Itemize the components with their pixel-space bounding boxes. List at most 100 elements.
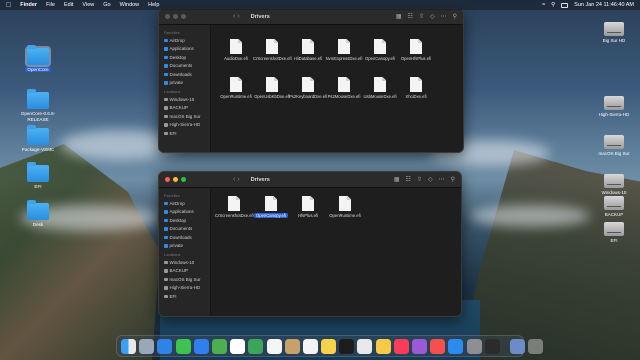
sidebar-item-applications[interactable]: Applications (162, 208, 207, 217)
action-icon[interactable]: ⋯ (441, 13, 447, 20)
file-item[interactable]: CrScreenshotDxe.efi (253, 39, 292, 61)
safari-icon[interactable] (157, 338, 173, 354)
music-icon[interactable] (393, 338, 409, 354)
desktop-drive-windows-10[interactable]: Windows-10 (588, 174, 640, 195)
maps-icon[interactable] (211, 338, 227, 354)
desktop-drive-backup[interactable]: BACKUP (588, 196, 640, 217)
minimize-button[interactable] (173, 177, 178, 182)
sidebar-item-desktop[interactable]: Desktop (162, 53, 207, 62)
sidebar-item-macos-big-sur[interactable]: macOS Big Sur (162, 275, 207, 284)
menu-app-finder[interactable]: Finder (20, 2, 37, 8)
sidebar-item-private[interactable]: private (162, 79, 207, 88)
window-titlebar[interactable]: ‹ › Drivers ▦ ☷ ⇧ ◇ ⋯ ⚲ (159, 9, 463, 25)
sidebar-item-backup[interactable]: BACKUP (162, 104, 207, 113)
group-icon[interactable]: ☷ (406, 176, 411, 183)
apple-menu-icon[interactable]:  (6, 2, 11, 9)
desktop-folder-desk[interactable]: Desk (14, 200, 62, 228)
sidebar-item-private[interactable]: private (162, 242, 207, 251)
window-titlebar[interactable]: ‹ › Drivers ▦ ☷ ⇧ ◇ ⋯ ⚲ (159, 172, 461, 188)
mail-icon[interactable] (193, 338, 209, 354)
sidebar-item-efi[interactable]: EFI (162, 129, 207, 138)
desktop-drive-high-sierra-hd[interactable]: High-Sierra-HD (588, 96, 640, 117)
menu-clock[interactable]: Sun Jan 24 11:46:40 AM (574, 2, 634, 8)
sidebar-item-documents[interactable]: Documents (162, 62, 207, 71)
back-forward-icon[interactable]: ‹ › (233, 176, 240, 183)
file-item[interactable]: OpenRuntime.efi (326, 196, 364, 218)
menu-file[interactable]: File (46, 2, 55, 8)
system-preferences-icon[interactable] (466, 338, 482, 354)
wifi-icon[interactable]: ≈ (542, 2, 545, 8)
sidebar-item-airdrop[interactable]: AirDrop (162, 199, 207, 208)
desktop-folder-opencore-release[interactable]: OpenCore-0.6.6-RELEASE (14, 89, 62, 122)
menu-window[interactable]: Window (120, 2, 140, 8)
file-item[interactable]: HiiDatabase.efi (289, 39, 327, 61)
menu-go[interactable]: Go (103, 2, 110, 8)
tag-icon[interactable]: ◇ (428, 176, 433, 183)
control-center-icon[interactable] (561, 2, 569, 8)
file-item[interactable]: OpenCanopy.efi (361, 39, 399, 61)
script-editor-icon[interactable] (375, 338, 391, 354)
view-mode-icon[interactable]: ▦ (394, 176, 400, 183)
file-item[interactable]: XhciDxe.efi (397, 77, 435, 99)
preview-icon[interactable] (357, 338, 373, 354)
contacts-icon[interactable] (284, 338, 300, 354)
menu-view[interactable]: View (82, 2, 94, 8)
launchpad-icon[interactable] (139, 338, 155, 354)
app-store-icon[interactable] (448, 338, 464, 354)
sidebar-item-applications[interactable]: Applications (162, 45, 207, 54)
sidebar-item-documents[interactable]: Documents (162, 225, 207, 234)
share-icon[interactable]: ⇧ (417, 176, 422, 183)
share-icon[interactable]: ⇧ (419, 13, 424, 20)
file-item[interactable]: Ps2KeyboardDxe.efi (289, 77, 327, 99)
desktop-drive-efi[interactable]: EFI (588, 222, 640, 243)
search-icon[interactable]: ⚲ (451, 176, 455, 183)
zoom-button[interactable] (181, 177, 186, 182)
file-item[interactable]: OpenHfsPlus.efi (397, 39, 435, 61)
news-icon[interactable] (430, 338, 446, 354)
file-item[interactable]: CrScreenshotDxe.efi (215, 196, 254, 218)
file-item-selected[interactable]: OpenCanopy.efi (252, 196, 290, 218)
finder-window-bottom[interactable]: ‹ › Drivers ▦ ☷ ⇧ ◇ ⋯ ⚲ Favorites AirDro… (158, 171, 462, 317)
menu-help[interactable]: Help (148, 2, 159, 8)
sidebar-item-macos-big-sur[interactable]: macOS Big Sur (162, 112, 207, 121)
search-icon[interactable]: ⚲ (453, 13, 457, 20)
messages-icon[interactable] (175, 338, 191, 354)
sidebar-item-downloads[interactable]: Downloads (162, 70, 207, 79)
tag-icon[interactable]: ◇ (430, 13, 435, 20)
finder-icon[interactable] (121, 338, 136, 354)
file-item[interactable]: UsbMouseDxe.efi (361, 77, 399, 99)
desktop-drive-macos-big-sur[interactable]: macOS Big Sur (588, 135, 640, 156)
photos-icon[interactable] (230, 338, 246, 354)
notes-icon[interactable] (321, 338, 337, 354)
sidebar-item-windows-10[interactable]: Windows-10 (162, 258, 207, 267)
sidebar-item-high-sierra-hd[interactable]: High-Sierra-HD (162, 121, 207, 130)
apple-tv-icon[interactable] (339, 338, 355, 354)
downloads-stack-icon[interactable] (510, 338, 526, 354)
calendar-icon[interactable] (266, 338, 282, 354)
file-item[interactable]: OpenUsbKbDxe.efi (253, 77, 291, 99)
sidebar-item-backup[interactable]: BACKUP (162, 267, 207, 276)
view-mode-icon[interactable]: ▦ (396, 13, 402, 20)
finder-window-top[interactable]: ‹ › Drivers ▦ ☷ ⇧ ◇ ⋯ ⚲ Favorites AirDro… (158, 8, 464, 153)
sidebar-item-windows-10[interactable]: Windows-10 (162, 95, 207, 104)
desktop-folder-opencore[interactable]: OpenCore (14, 45, 62, 73)
sidebar-item-airdrop[interactable]: AirDrop (162, 36, 207, 45)
terminal-icon[interactable] (484, 338, 500, 354)
file-item[interactable]: Ps2MouseDxe.efi (325, 77, 363, 99)
file-item[interactable]: AudioDxe.efi (217, 39, 255, 61)
podcasts-icon[interactable] (412, 338, 427, 354)
back-forward-icon[interactable]: ‹ › (233, 13, 240, 20)
minimize-button[interactable] (173, 14, 178, 19)
desktop-folder-package-vsmc[interactable]: Package-VSMC (14, 125, 62, 153)
menu-edit[interactable]: Edit (64, 2, 73, 8)
desktop-folder-efi[interactable]: EFI (14, 162, 62, 190)
zoom-button[interactable] (181, 14, 186, 19)
file-item[interactable]: NvmExpressDxe.efi (325, 39, 363, 61)
trash-icon[interactable] (528, 338, 544, 354)
file-item[interactable]: OpenRuntime.efi (217, 77, 255, 99)
sidebar-item-downloads[interactable]: Downloads (162, 233, 207, 242)
sidebar-item-desktop[interactable]: Desktop (162, 216, 207, 225)
desktop-drive-big-sur-hd[interactable]: Big Sur HD (588, 22, 640, 43)
search-icon[interactable]: ⚲ (551, 2, 555, 8)
facetime-icon[interactable] (248, 338, 264, 354)
